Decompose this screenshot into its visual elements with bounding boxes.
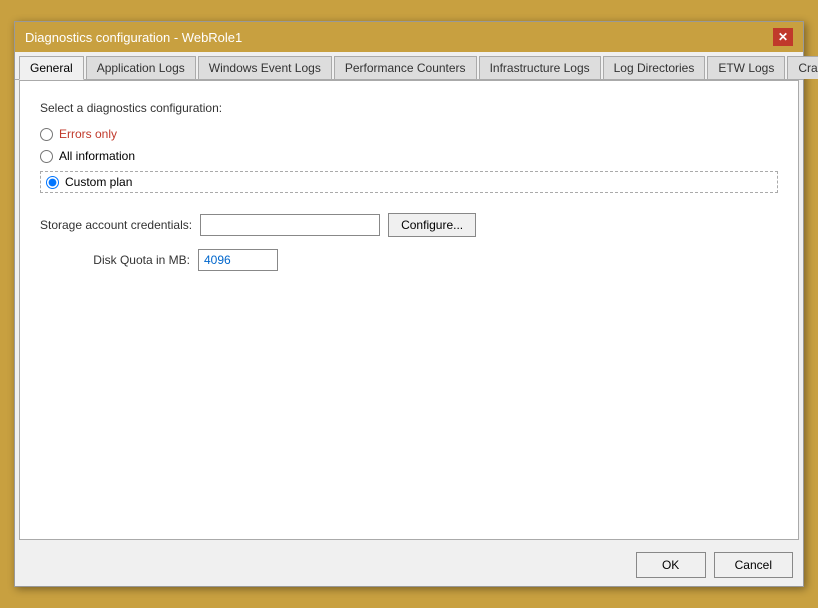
tab-crash-dumps[interactable]: Crash Dumps [787, 56, 818, 79]
radio-all-information[interactable]: All information [40, 149, 778, 163]
configure-button[interactable]: Configure... [388, 213, 476, 237]
radio-errors-only-label: Errors only [59, 127, 117, 141]
close-icon: ✕ [778, 30, 788, 44]
custom-plan-row: Custom plan [40, 171, 778, 193]
tab-windows-event-logs[interactable]: Windows Event Logs [198, 56, 332, 79]
radio-all-information-label: All information [59, 149, 135, 163]
radio-custom-plan[interactable]: Custom plan [46, 175, 132, 189]
section-label: Select a diagnostics configuration: [40, 101, 778, 115]
title-bar: Diagnostics configuration - WebRole1 ✕ [15, 22, 803, 52]
storage-row: Storage account credentials: Configure..… [40, 213, 778, 237]
footer: OK Cancel [15, 544, 803, 586]
disk-quota-input[interactable] [198, 249, 278, 271]
radio-group: Errors only All information Custom plan [40, 127, 778, 193]
radio-errors-only[interactable]: Errors only [40, 127, 778, 141]
dialog-body: General Application Logs Windows Event L… [15, 52, 803, 544]
tab-log-directories[interactable]: Log Directories [603, 56, 706, 79]
radio-errors-only-input[interactable] [40, 128, 53, 141]
tab-application-logs[interactable]: Application Logs [86, 56, 196, 79]
tab-content: Select a diagnostics configuration: Erro… [19, 80, 799, 540]
close-button[interactable]: ✕ [773, 28, 793, 46]
storage-label: Storage account credentials: [40, 218, 192, 232]
tab-infrastructure-logs[interactable]: Infrastructure Logs [479, 56, 601, 79]
tab-bar: General Application Logs Windows Event L… [15, 52, 803, 80]
radio-custom-plan-input[interactable] [46, 176, 59, 189]
ok-button[interactable]: OK [636, 552, 706, 578]
disk-label: Disk Quota in MB: [40, 253, 190, 267]
tab-etw-logs[interactable]: ETW Logs [707, 56, 785, 79]
radio-all-information-input[interactable] [40, 150, 53, 163]
storage-input[interactable] [200, 214, 380, 236]
radio-custom-plan-label: Custom plan [65, 175, 132, 189]
dialog-window: Diagnostics configuration - WebRole1 ✕ G… [14, 21, 804, 587]
tab-general[interactable]: General [19, 56, 84, 80]
cancel-button[interactable]: Cancel [714, 552, 793, 578]
disk-quota-row: Disk Quota in MB: [40, 249, 778, 271]
dialog-title: Diagnostics configuration - WebRole1 [25, 30, 242, 45]
tab-performance-counters[interactable]: Performance Counters [334, 56, 477, 79]
